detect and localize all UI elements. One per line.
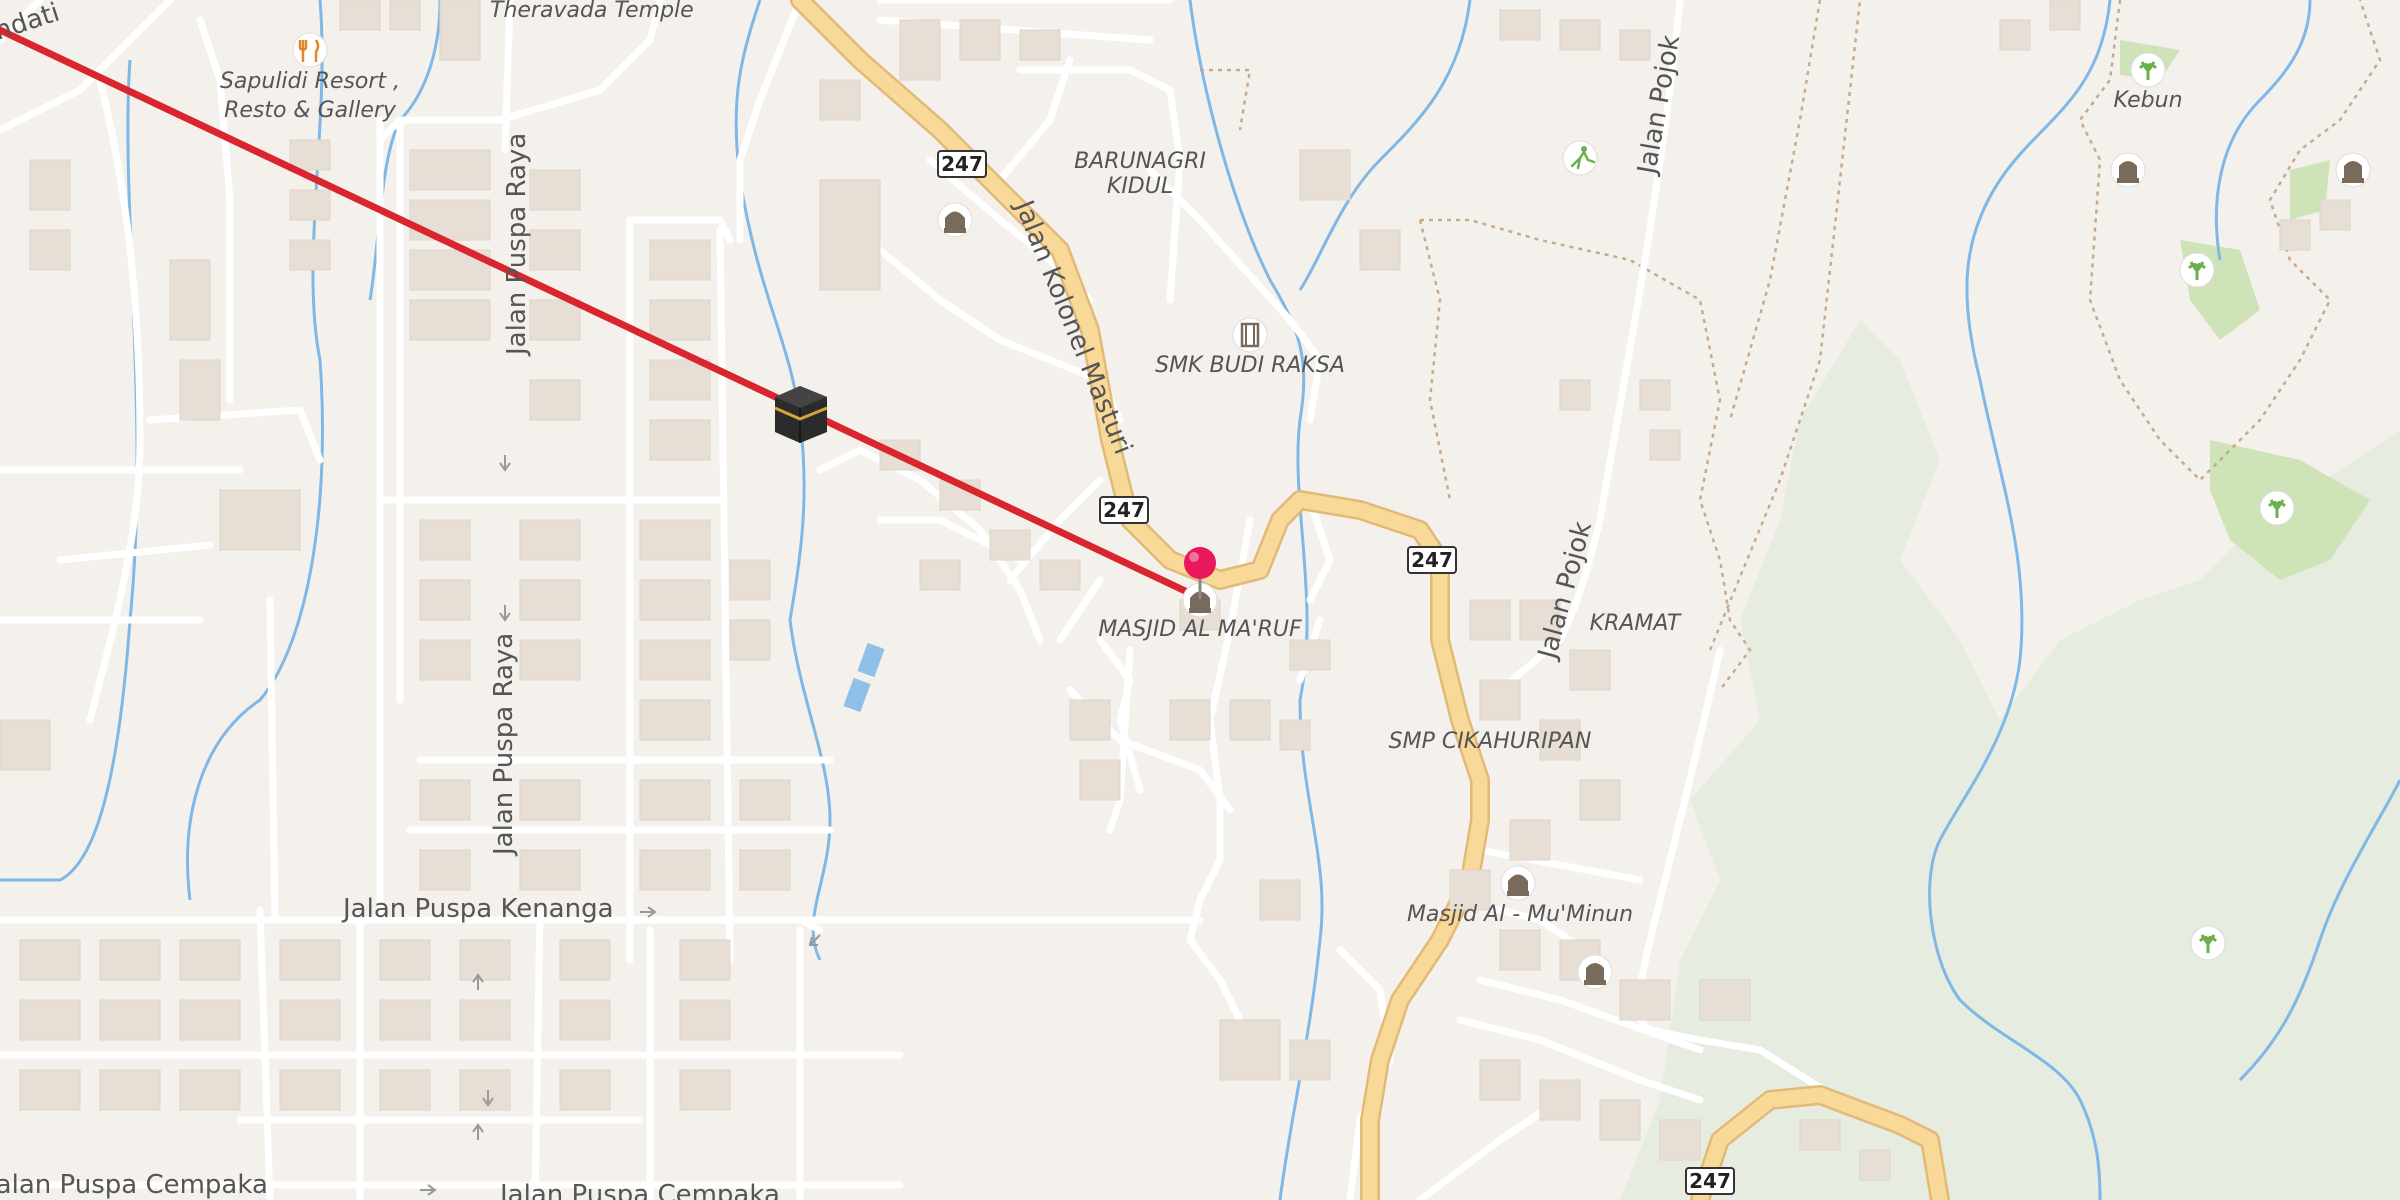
garden-icon[interactable] xyxy=(2259,490,2295,526)
road-label-puspa-cempaka-left: Jalan Puspa Cempaka xyxy=(0,1170,268,1200)
poi-label-sapulidi-1: Sapulidi Resort , xyxy=(220,69,400,94)
cemetery-icon[interactable] xyxy=(1577,954,1613,990)
locality-label-barunagri-2: KIDUL xyxy=(1107,174,1173,199)
poi-label-sapulidi-2: Resto & Gallery xyxy=(224,98,397,123)
poi-label-theravada-temple: Theravada Temple xyxy=(490,0,694,23)
map-canvas[interactable]: Jalan Puspa Raya Jalan Puspa Raya Jalan … xyxy=(0,0,2400,1200)
restaurant-icon[interactable] xyxy=(292,32,328,68)
poi-label-smk-budi-raksa: SMK BUDI RAKSA xyxy=(1155,353,1345,378)
svg-text:247: 247 xyxy=(1103,498,1145,522)
locality-label-barunagri-1: BARUNAGRI xyxy=(1074,149,1206,174)
mosque-icon[interactable] xyxy=(1500,865,1536,901)
garden-icon[interactable] xyxy=(2179,252,2215,288)
route-shield-1: 247 xyxy=(937,150,987,178)
poi-label-kebun: Kebun xyxy=(2113,88,2182,113)
route-shield-3: 247 xyxy=(1407,546,1457,574)
svg-text:247: 247 xyxy=(1411,548,1453,572)
road-label-puspa-raya-bottom: Jalan Puspa Raya xyxy=(489,633,519,857)
mosque-icon[interactable] xyxy=(937,202,973,238)
svg-text:247: 247 xyxy=(941,152,983,176)
road-label-puspa-raya-top: Jalan Puspa Raya xyxy=(502,133,532,357)
locality-label-kramat: KRAMAT xyxy=(1590,611,1682,636)
route-shield-4: 247 xyxy=(1685,1167,1735,1195)
school-icon[interactable] xyxy=(1232,317,1268,353)
kaaba-icon[interactable] xyxy=(774,386,828,443)
svg-text:247: 247 xyxy=(1689,1169,1731,1193)
poi-label-masjid-al-muminun: Masjid Al - Mu'Minun xyxy=(1407,902,1633,927)
road-label-puspa-kenanga: Jalan Puspa Kenanga xyxy=(341,894,614,924)
road-label-puspa-cempaka-right: Jalan Puspa Cempaka xyxy=(498,1180,780,1200)
garden-icon[interactable] xyxy=(2190,925,2226,961)
poi-label-masjid-al-maruf: MASJID AL MA'RUF xyxy=(1098,617,1302,642)
garden-icon[interactable] xyxy=(2130,52,2166,88)
cemetery-icon[interactable] xyxy=(2110,152,2146,188)
route-shield-2: 247 xyxy=(1099,496,1149,524)
cemetery-icon[interactable] xyxy=(2335,152,2371,188)
sports-icon[interactable] xyxy=(1562,140,1598,176)
poi-label-smp-cikahuripan: SMP CIKAHURIPAN xyxy=(1389,729,1592,754)
